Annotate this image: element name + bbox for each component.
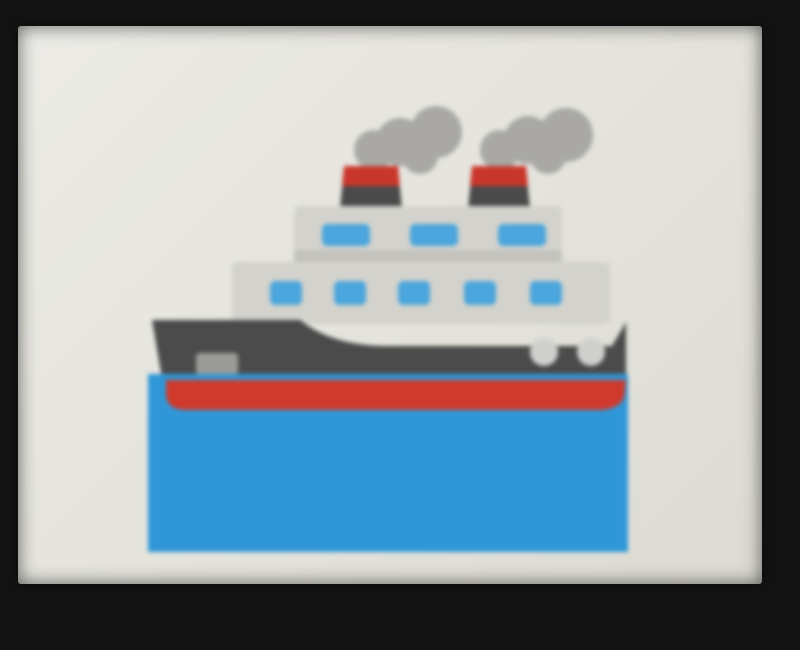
porthole (530, 338, 558, 366)
porthole (577, 338, 605, 366)
photo-frame (0, 0, 800, 650)
window (410, 224, 458, 246)
window (398, 281, 430, 305)
smoke-cloud-right (480, 108, 593, 174)
window (334, 281, 366, 305)
anchor-plate (196, 353, 238, 375)
upper-deck-windows (322, 224, 546, 246)
smoke-cloud-left (354, 106, 462, 174)
ship-illustration (148, 106, 628, 552)
window (498, 224, 546, 246)
window (464, 281, 496, 305)
funnel-right (468, 166, 530, 208)
window (530, 281, 562, 305)
window (270, 281, 302, 305)
funnel-left (340, 166, 402, 208)
window (322, 224, 370, 246)
